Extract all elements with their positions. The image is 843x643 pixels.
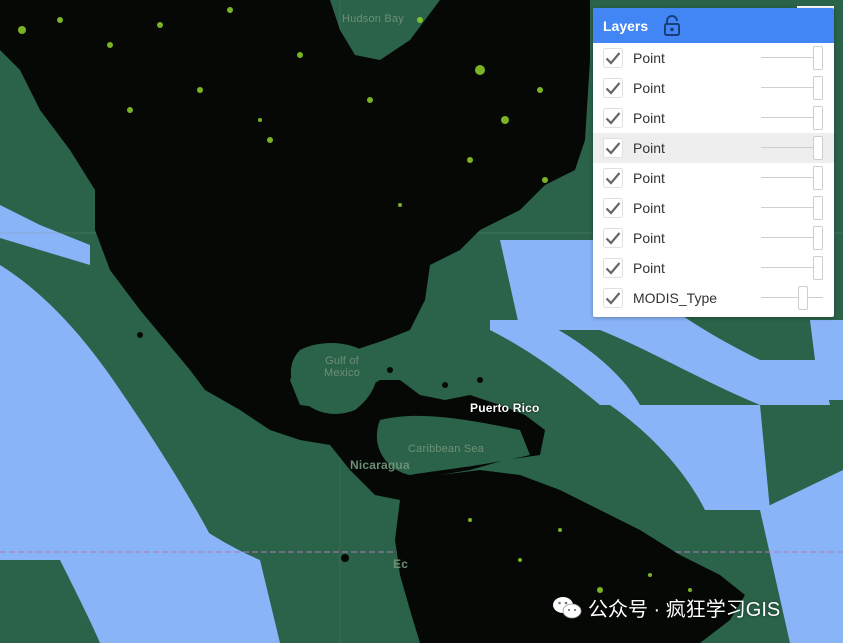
- layer-name: Point: [633, 170, 665, 186]
- layer-name: MODIS_Type: [633, 290, 718, 306]
- slider-thumb[interactable]: [813, 46, 823, 70]
- layer-opacity-slider[interactable]: [761, 133, 825, 163]
- layers-header: Layers: [593, 8, 834, 43]
- layer-opacity-slider[interactable]: [761, 193, 825, 223]
- caribbean-sea-label: Caribbean Sea: [408, 443, 484, 455]
- layers-title: Layers: [603, 17, 649, 34]
- layer-opacity-slider[interactable]: [761, 73, 825, 103]
- layer-name: Point: [633, 50, 665, 66]
- layer-name: Point: [633, 230, 665, 246]
- layer-name: Point: [633, 260, 665, 276]
- watermark: 公众号 · 疯狂学习GIS: [552, 593, 780, 622]
- layer-row[interactable]: Point: [593, 73, 834, 103]
- layer-checkbox[interactable]: [603, 108, 623, 128]
- slider-thumb[interactable]: [813, 196, 823, 220]
- layer-row[interactable]: Point: [593, 133, 834, 163]
- layer-opacity-slider[interactable]: [761, 283, 825, 313]
- layer-row[interactable]: MODIS_Type: [593, 283, 834, 313]
- slider-thumb[interactable]: [813, 136, 823, 160]
- slider-thumb[interactable]: [798, 286, 809, 310]
- layer-opacity-slider[interactable]: [761, 253, 825, 283]
- layer-row[interactable]: Point: [593, 253, 834, 283]
- wechat-icon: [553, 596, 582, 618]
- slider-thumb[interactable]: [813, 226, 823, 250]
- layer-checkbox[interactable]: [603, 78, 623, 98]
- ecuador-label: Ec: [393, 557, 409, 571]
- watermark-text: 公众号 · 疯狂学习GIS: [588, 599, 781, 621]
- unlock-icon[interactable]: [662, 14, 682, 37]
- layer-checkbox[interactable]: [603, 288, 623, 308]
- layer-checkbox[interactable]: [603, 168, 623, 188]
- slider-track: [761, 297, 823, 298]
- gulf-of-mexico-label: Gulf of Mexico: [323, 355, 361, 379]
- layer-checkbox[interactable]: [603, 198, 623, 218]
- layer-row[interactable]: Point: [593, 163, 834, 193]
- layer-row[interactable]: Point: [593, 223, 834, 253]
- slider-thumb[interactable]: [813, 256, 823, 280]
- slider-thumb[interactable]: [813, 106, 823, 130]
- layers-panel: Layers Point Point Point Point Point Point Poi…: [593, 8, 834, 317]
- layer-checkbox[interactable]: [603, 138, 623, 158]
- layer-checkbox[interactable]: [603, 48, 623, 68]
- layer-name: Point: [633, 80, 665, 96]
- puerto-rico-label: Puerto Rico: [470, 401, 540, 415]
- hudson-bay-label: Hudson Bay: [342, 13, 404, 25]
- layer-opacity-slider[interactable]: [761, 163, 825, 193]
- layer-checkbox[interactable]: [603, 228, 623, 248]
- layer-name: Point: [633, 200, 665, 216]
- layers-list: Point Point Point Point Point Point Point Point…: [593, 43, 834, 313]
- layer-name: Point: [633, 140, 665, 156]
- layer-opacity-slider[interactable]: [761, 103, 825, 133]
- layer-checkbox[interactable]: [603, 258, 623, 278]
- slider-thumb[interactable]: [813, 166, 823, 190]
- layer-row[interactable]: Point: [593, 193, 834, 223]
- layer-row[interactable]: Point: [593, 103, 834, 133]
- layer-opacity-slider[interactable]: [761, 43, 825, 73]
- layer-row[interactable]: Point: [593, 43, 834, 73]
- slider-thumb[interactable]: [813, 76, 823, 100]
- layer-opacity-slider[interactable]: [761, 223, 825, 253]
- nicaragua-label: Nicaragua: [350, 458, 410, 472]
- layer-name: Point: [633, 110, 665, 126]
